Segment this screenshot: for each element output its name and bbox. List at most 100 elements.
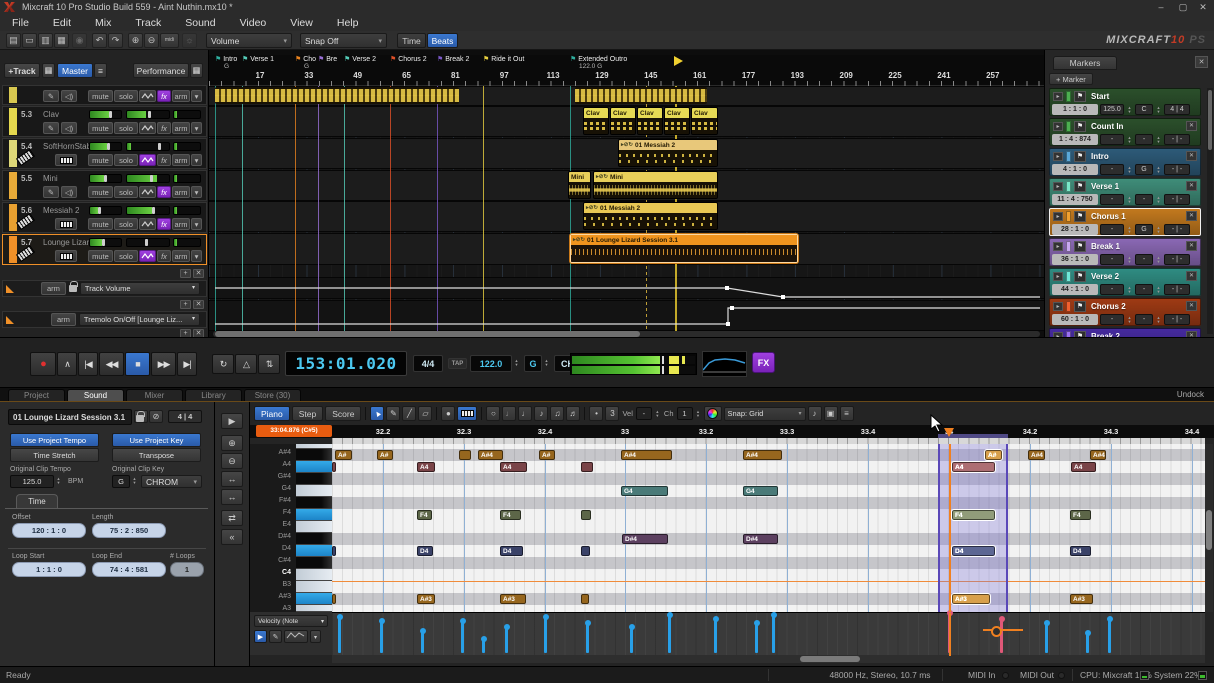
piano-roll-ruler[interactable]: 33:04.876 (C#5) 32.232.332.43333.233.333… [250, 425, 1214, 438]
note-dot-button[interactable]: ● [441, 406, 455, 421]
note-whole-button[interactable]: ○ [486, 406, 500, 421]
menu-mix[interactable]: Mix [83, 17, 123, 29]
marker-flag-icon[interactable]: ⚑ [1074, 91, 1086, 102]
burn-icon[interactable]: ◉ [72, 33, 87, 48]
undock-button[interactable]: Undock [1177, 390, 1204, 399]
pencil-icon[interactable]: ✎ [43, 186, 59, 198]
midi-note-as3[interactable]: A#3 [500, 594, 526, 604]
fx-button[interactable]: fx [157, 186, 171, 198]
piano-keys[interactable]: A#4A4G#4G4F#4F4E4D#4D4C#4C4B3A#3A3 [250, 444, 332, 612]
midi-note[interactable] [581, 510, 591, 520]
marker-meter-field[interactable]: - | - [1164, 284, 1190, 295]
marker-key-spinner[interactable]: ▲▼ [1155, 194, 1162, 205]
marker-expand-icon[interactable]: ▸ [1053, 212, 1063, 221]
tap-tempo-button[interactable]: TAP [448, 358, 467, 369]
note-sixteenth-button[interactable]: ♫ [550, 406, 564, 421]
marker-close-icon[interactable]: ✕ [1186, 121, 1197, 131]
midi-note[interactable] [581, 594, 589, 604]
clip-mini[interactable]: Mini [568, 171, 591, 199]
lane-add-remove-buttons[interactable]: +✕ [180, 269, 204, 278]
marker-meter-field[interactable]: - | - [1164, 164, 1190, 175]
midi-note-a4[interactable]: A4 [417, 462, 435, 472]
marker-close-icon[interactable]: ✕ [1186, 271, 1197, 281]
midi-note-as[interactable]: A# [377, 450, 393, 460]
clip-clav[interactable]: Clav [583, 107, 609, 135]
velocity-options-icon[interactable]: ▾ [310, 630, 321, 643]
speaker-icon[interactable]: ◁) [61, 90, 77, 102]
undo-icon[interactable]: ↶ [92, 33, 107, 48]
piano-key-d#4[interactable]: D#4 [250, 533, 332, 545]
midi-note-f4[interactable]: F4 [500, 510, 521, 520]
master-eq-display[interactable] [702, 351, 747, 377]
keyboard-toggle-button[interactable] [457, 406, 477, 421]
note-color-button[interactable] [704, 406, 722, 421]
offset-field[interactable]: 120 : 1 : 0 [12, 523, 86, 538]
pan-slider[interactable] [89, 174, 122, 183]
arrange-marker-flag[interactable]: ⚑ Extended Outro122.0 G [570, 55, 627, 63]
automation-param-dropdown[interactable]: Track Volume▾ [80, 282, 200, 295]
velocity-play-button[interactable]: ▶ [254, 630, 267, 643]
midi-note-as4[interactable]: A#4 [743, 450, 782, 460]
marker-flag-icon[interactable]: ⚑ [1074, 151, 1086, 162]
marker-card-verse-1[interactable]: ▸⚑Verse 1✕11 : 4 : 750-▲▼-▲▼- | - [1049, 178, 1201, 206]
midi-note-ds4[interactable]: D#4 [622, 534, 668, 544]
volume-handle[interactable] [152, 207, 155, 214]
piano-key-a#4[interactable]: A#4 [250, 449, 332, 461]
time-mode-button[interactable]: Time [397, 33, 426, 48]
velocity-ramp-handle[interactable] [983, 629, 1023, 631]
velocity-stem[interactable] [380, 621, 383, 653]
velocity-stem[interactable] [755, 623, 758, 653]
marker-expand-icon[interactable]: ▸ [1053, 92, 1063, 101]
marker-close-icon[interactable]: ✕ [1186, 211, 1197, 221]
track-row-5.5[interactable]: 5.5Mini✎◁)mutesolofxarm▾ [2, 170, 207, 201]
marker-tempo-field[interactable]: - [1100, 224, 1124, 235]
marker-key-spinner[interactable]: ▲▼ [1155, 104, 1162, 115]
menu-edit[interactable]: Edit [41, 17, 83, 29]
key-surface[interactable] [296, 557, 332, 569]
volume-handle[interactable] [148, 111, 151, 118]
volume-meter[interactable] [126, 238, 170, 247]
track-row[interactable]: ✎◁)mutesolofxarm▾ [2, 85, 207, 105]
beats-mode-button[interactable]: Beats [427, 33, 458, 48]
marker-card-break-1[interactable]: ▸⚑Break 1✕36 : 1 : 0-▲▼-▲▼- | - [1049, 238, 1201, 266]
midi-note-as[interactable]: A# [539, 450, 555, 460]
midi-note-f4[interactable]: F4 [952, 510, 995, 520]
clip-01-messiah-2[interactable]: ▸⊘↻01 Messiah 2 [618, 139, 718, 167]
midi-note-ds4[interactable]: D#4 [743, 534, 778, 544]
keyboard-icon[interactable] [55, 154, 77, 166]
marker-meter-field[interactable]: - | - [1164, 224, 1190, 235]
midi-note-d4[interactable]: D4 [500, 546, 523, 556]
volume-handle[interactable] [158, 143, 161, 150]
menu-sound[interactable]: Sound [173, 17, 227, 29]
marker-key-spinner[interactable]: ▲▼ [1155, 254, 1162, 265]
stop-button[interactable]: ■ [125, 352, 150, 376]
clip-meter[interactable]: 4 | 4 [168, 410, 202, 423]
arrange-marker-flag[interactable]: ⚑ Verse 2 [344, 55, 376, 63]
clip-clav[interactable]: Clav [610, 107, 636, 135]
orig-tempo-field[interactable]: 125.0 [10, 475, 54, 488]
automation-icon[interactable] [139, 186, 156, 198]
midi-note-g4[interactable]: G4 [621, 486, 668, 496]
track-row-5.3[interactable]: 5.3Clav✎◁)mutesolofxarm▾ [2, 106, 207, 137]
track-chevron-icon[interactable]: ▾ [191, 90, 202, 102]
key-surface[interactable] [296, 605, 332, 612]
marker-tempo-field[interactable]: - [1100, 254, 1124, 265]
pan-handle[interactable] [104, 175, 107, 182]
velocity-curve-button[interactable] [284, 630, 308, 643]
midi-note-a4[interactable]: A4 [952, 462, 995, 472]
fx-button[interactable]: fx [157, 122, 171, 134]
marker-tempo-spinner[interactable]: ▲▼ [1126, 224, 1133, 235]
midi-note-d4[interactable]: D4 [1070, 546, 1091, 556]
eraser-tool-button[interactable]: ▱ [418, 406, 432, 421]
marker-expand-icon[interactable]: ▸ [1053, 122, 1063, 131]
time-stretch-button[interactable]: Time Stretch [10, 448, 99, 462]
automation-icon[interactable] [139, 250, 156, 262]
volume-meter[interactable] [126, 142, 170, 151]
lock-icon[interactable] [134, 410, 148, 423]
zoom-in-icon[interactable]: ⊕ [128, 33, 143, 48]
clip-01-lounge-lizard-session-3-1[interactable]: ▸⊘↻01 Lounge Lizard Session 3.1 [570, 234, 798, 263]
mute-button[interactable]: mute [88, 218, 113, 230]
velocity-lane[interactable] [332, 612, 1205, 655]
velocity-stem[interactable] [544, 617, 547, 653]
marker-flag-icon[interactable]: ⚑ [1074, 271, 1086, 282]
